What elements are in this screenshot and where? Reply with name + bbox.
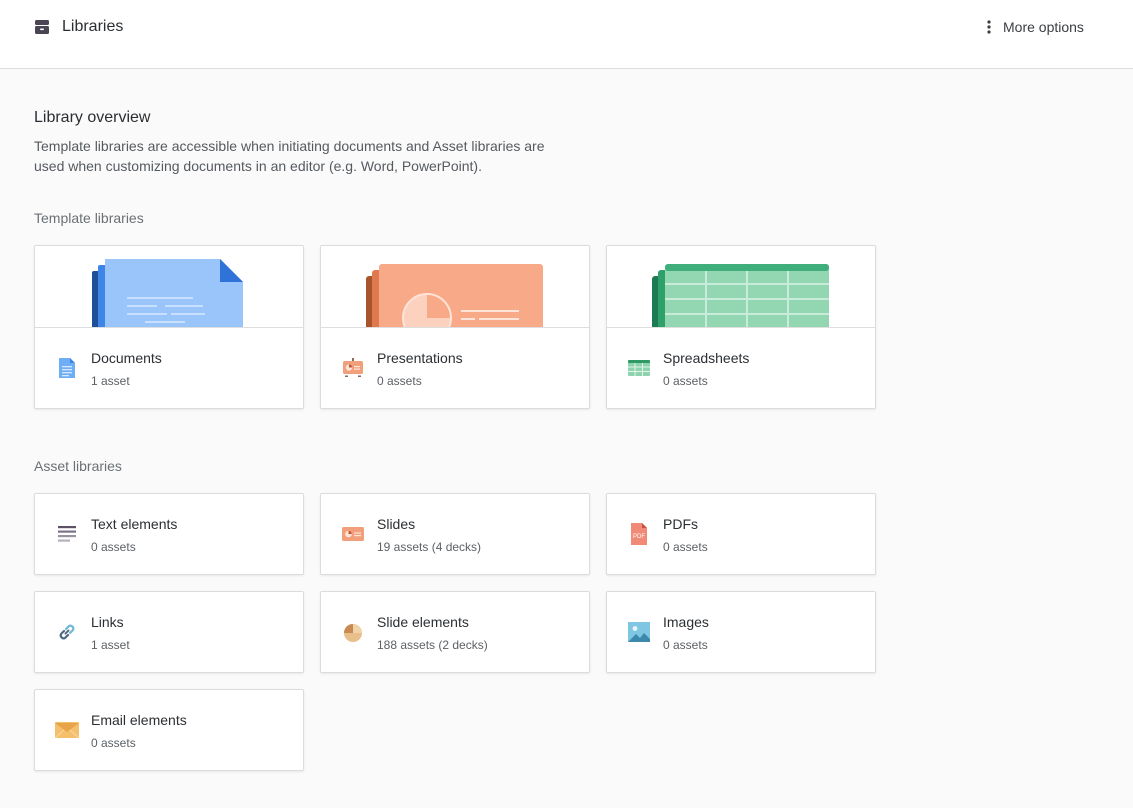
card-name: Text elements <box>91 516 178 532</box>
card-name: Presentations <box>377 350 463 366</box>
card-count: 0 assets <box>663 374 708 388</box>
card-count: 0 assets <box>663 540 708 554</box>
pie-chart-icon <box>344 624 362 642</box>
card-name: Slides <box>377 516 416 532</box>
template-card-spreadsheets[interactable]: Spreadsheets 0 assets <box>606 245 876 409</box>
asset-card-text-elements[interactable]: Text elements 0 assets <box>34 493 304 575</box>
asset-card-images[interactable]: Images 0 assets <box>606 591 876 673</box>
template-libraries-heading: Template libraries <box>34 210 144 226</box>
card-count: 19 assets (4 decks) <box>377 540 482 554</box>
card-count: 1 asset <box>91 374 130 388</box>
card-count: 1 asset <box>91 638 130 652</box>
card-name: Spreadsheets <box>663 350 750 366</box>
asset-card-slide-elements[interactable]: Slide elements 188 assets (2 decks) <box>320 591 590 673</box>
card-count: 0 assets <box>663 638 708 652</box>
template-card-documents[interactable]: Documents 1 asset <box>34 245 304 409</box>
asset-card-pdfs[interactable]: PDF PDFs 0 assets <box>606 493 876 575</box>
card-name: Documents <box>91 350 162 366</box>
more-vertical-icon <box>982 16 996 38</box>
asset-card-email-elements[interactable]: Email elements 0 assets <box>34 689 304 771</box>
asset-card-slides[interactable]: Slides 19 assets (4 decks) <box>320 493 590 575</box>
card-name: PDFs <box>663 516 698 532</box>
card-count: 188 assets (2 decks) <box>377 638 488 652</box>
overview-description: Template libraries are accessible when i… <box>34 138 545 174</box>
spreadsheet-icon <box>628 360 650 376</box>
more-options-label: More options <box>1003 19 1084 35</box>
top-bar: Libraries More options <box>0 0 1133 69</box>
spreadsheets-illustration <box>607 246 875 328</box>
pdf-icon-label: PDF <box>633 534 645 540</box>
more-options-button[interactable]: More options <box>982 16 1084 38</box>
archive-box-icon <box>35 20 49 34</box>
card-count: 0 assets <box>91 540 136 554</box>
overview-title: Library overview <box>34 109 151 126</box>
card-name: Links <box>91 614 124 630</box>
presentations-illustration <box>321 246 589 328</box>
link-icon <box>59 624 75 640</box>
image-icon <box>628 622 650 642</box>
envelope-icon <box>55 722 79 739</box>
pdf-icon: PDF <box>631 523 647 545</box>
asset-libraries-heading: Asset libraries <box>34 458 122 474</box>
template-card-presentations[interactable]: Presentations 0 assets <box>320 245 590 409</box>
card-count: 0 assets <box>377 374 422 388</box>
card-count: 0 assets <box>91 736 136 750</box>
documents-illustration <box>35 246 303 328</box>
card-name: Slide elements <box>377 614 469 630</box>
text-lines-icon <box>58 526 76 542</box>
presentation-icon <box>343 358 363 377</box>
document-icon <box>59 358 75 378</box>
slide-icon <box>342 527 364 541</box>
page-title: Libraries <box>62 18 124 35</box>
card-name: Email elements <box>91 712 187 728</box>
asset-card-links[interactable]: Links 1 asset <box>34 591 304 673</box>
card-name: Images <box>663 614 709 630</box>
